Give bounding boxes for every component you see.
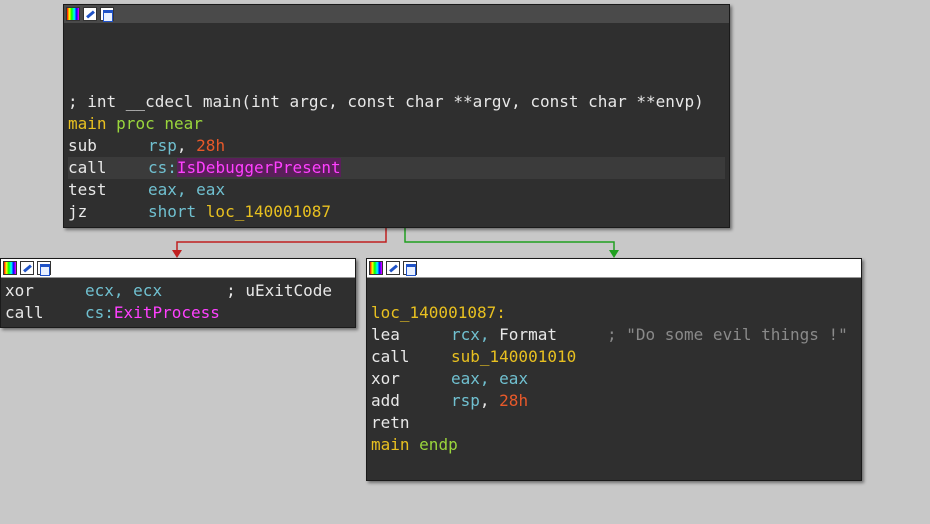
instruction-line[interactable]: call sub_140001010 <box>371 346 857 368</box>
pencil-icon[interactable] <box>20 261 34 275</box>
branch-target[interactable]: loc_140001087 <box>206 202 331 221</box>
node-exit[interactable]: xor ecx, ecx; uExitCode call cs:ExitProces… <box>0 258 356 328</box>
graph-icon[interactable] <box>100 7 114 22</box>
import-name[interactable]: IsDebuggerPresent <box>176 158 341 177</box>
proc-line[interactable]: main proc near <box>68 113 725 135</box>
edge-false <box>176 226 387 252</box>
instruction-line[interactable]: retn <box>371 412 857 434</box>
instruction-line[interactable]: test eax, eax <box>68 179 725 201</box>
node-loc-titlebar <box>367 259 861 278</box>
node-main-titlebar <box>64 5 729 23</box>
instruction-line[interactable]: xor ecx, ecx; uExitCode <box>5 280 351 302</box>
instruction-line[interactable]: jz short loc_140001087 <box>68 201 725 223</box>
color-icon[interactable] <box>369 261 383 275</box>
function-signature-comment[interactable]: ; int __cdecl main(int argc, const char … <box>68 91 725 113</box>
edge-true-arrow <box>609 250 619 258</box>
graph-icon[interactable] <box>37 261 51 276</box>
call-target[interactable]: sub_140001010 <box>451 347 576 366</box>
node-main[interactable]: ; int __cdecl main(int argc, const char … <box>63 4 730 228</box>
edge-true <box>404 226 615 252</box>
node-loc[interactable]: loc_140001087: lea rcx, Format; "Do some … <box>366 258 862 481</box>
instruction-line[interactable]: call cs:ExitProcess <box>5 302 351 324</box>
color-icon[interactable] <box>66 7 80 21</box>
node-exit-titlebar <box>1 259 355 278</box>
import-name[interactable]: ExitProcess <box>114 303 220 322</box>
instruction-line[interactable]: sub rsp, 28h <box>68 135 725 157</box>
location-label[interactable]: loc_140001087: <box>371 302 857 324</box>
pencil-icon[interactable] <box>386 261 400 275</box>
graph-icon[interactable] <box>403 261 417 276</box>
edge-false-arrow <box>172 250 182 258</box>
instruction-line[interactable]: xor eax, eax <box>371 368 857 390</box>
endp-line[interactable]: main endp <box>371 434 857 456</box>
pencil-icon[interactable] <box>83 7 97 21</box>
instruction-line-selected[interactable]: call cs:IsDebuggerPresent <box>68 157 725 179</box>
color-icon[interactable] <box>3 261 17 275</box>
instruction-line[interactable]: lea rcx, Format; "Do some evil things !" <box>371 324 857 346</box>
instruction-line[interactable]: add rsp, 28h <box>371 390 857 412</box>
